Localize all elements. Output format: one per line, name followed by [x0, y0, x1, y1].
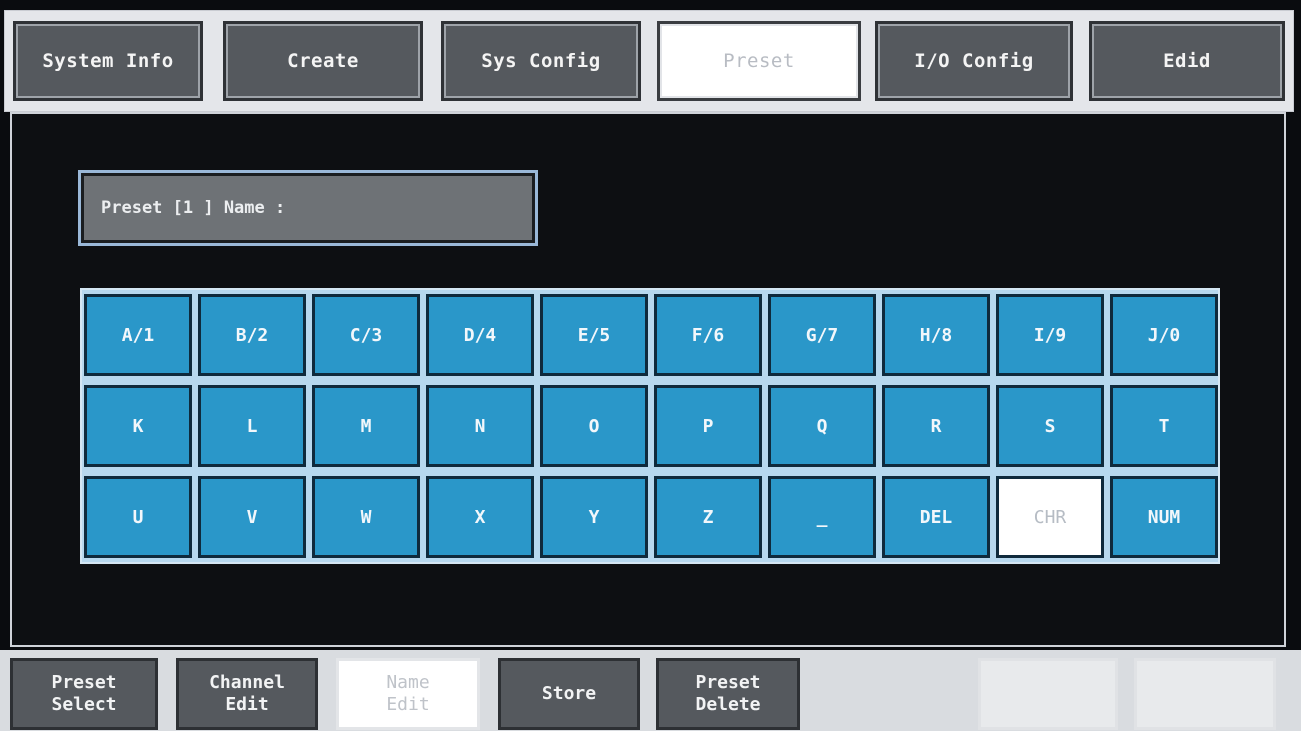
- key-x[interactable]: X: [426, 476, 534, 558]
- tab-system-info[interactable]: System Info: [13, 21, 203, 101]
- key-m[interactable]: M: [312, 385, 420, 467]
- key-o[interactable]: O: [540, 385, 648, 467]
- key-d-4[interactable]: D/4: [426, 294, 534, 376]
- preset-name-label: Preset [1 ] Name :: [101, 198, 286, 218]
- key-r[interactable]: R: [882, 385, 990, 467]
- disabled-button-2: [1134, 658, 1276, 730]
- key-e-5[interactable]: E/5: [540, 294, 648, 376]
- key-p[interactable]: P: [654, 385, 762, 467]
- key-a-1[interactable]: A/1: [84, 294, 192, 376]
- key-k[interactable]: K: [84, 385, 192, 467]
- key-c-3[interactable]: C/3: [312, 294, 420, 376]
- key-s[interactable]: S: [996, 385, 1104, 467]
- key-t[interactable]: T: [1110, 385, 1218, 467]
- key-i-9[interactable]: I/9: [996, 294, 1104, 376]
- key-f-6[interactable]: F/6: [654, 294, 762, 376]
- key-h-8[interactable]: H/8: [882, 294, 990, 376]
- tab-edid[interactable]: Edid: [1089, 21, 1285, 101]
- key-z[interactable]: Z: [654, 476, 762, 558]
- preset-name-field[interactable]: Preset [1 ] Name :: [78, 170, 538, 246]
- key-v[interactable]: V: [198, 476, 306, 558]
- preset-delete-button[interactable]: Preset Delete: [656, 658, 800, 730]
- key-num-mode[interactable]: NUM: [1110, 476, 1218, 558]
- channel-edit-button[interactable]: Channel Edit: [176, 658, 318, 730]
- touch-panel-screen: System Info Create Sys Config Preset I/O…: [0, 0, 1301, 731]
- on-screen-keyboard: A/1 B/2 C/3 D/4 E/5 F/6 G/7 H/8 I/9 J/0 …: [80, 288, 1220, 564]
- key-chr-mode[interactable]: CHR: [996, 476, 1104, 558]
- key-l[interactable]: L: [198, 385, 306, 467]
- key-g-7[interactable]: G/7: [768, 294, 876, 376]
- name-edit-button[interactable]: Name Edit: [336, 658, 480, 730]
- key-delete[interactable]: DEL: [882, 476, 990, 558]
- key-b-2[interactable]: B/2: [198, 294, 306, 376]
- disabled-button-1: [978, 658, 1118, 730]
- store-button[interactable]: Store: [498, 658, 640, 730]
- top-tab-bar: System Info Create Sys Config Preset I/O…: [4, 10, 1294, 112]
- key-underscore[interactable]: _: [768, 476, 876, 558]
- key-w[interactable]: W: [312, 476, 420, 558]
- key-j-0[interactable]: J/0: [1110, 294, 1218, 376]
- tab-sys-config[interactable]: Sys Config: [441, 21, 641, 101]
- bottom-action-bar: Preset Select Channel Edit Name Edit Sto…: [0, 650, 1301, 731]
- key-q[interactable]: Q: [768, 385, 876, 467]
- key-n[interactable]: N: [426, 385, 534, 467]
- key-u[interactable]: U: [84, 476, 192, 558]
- tab-io-config[interactable]: I/O Config: [875, 21, 1073, 101]
- tab-preset[interactable]: Preset: [657, 21, 861, 101]
- tab-create[interactable]: Create: [223, 21, 423, 101]
- key-y[interactable]: Y: [540, 476, 648, 558]
- preset-select-button[interactable]: Preset Select: [10, 658, 158, 730]
